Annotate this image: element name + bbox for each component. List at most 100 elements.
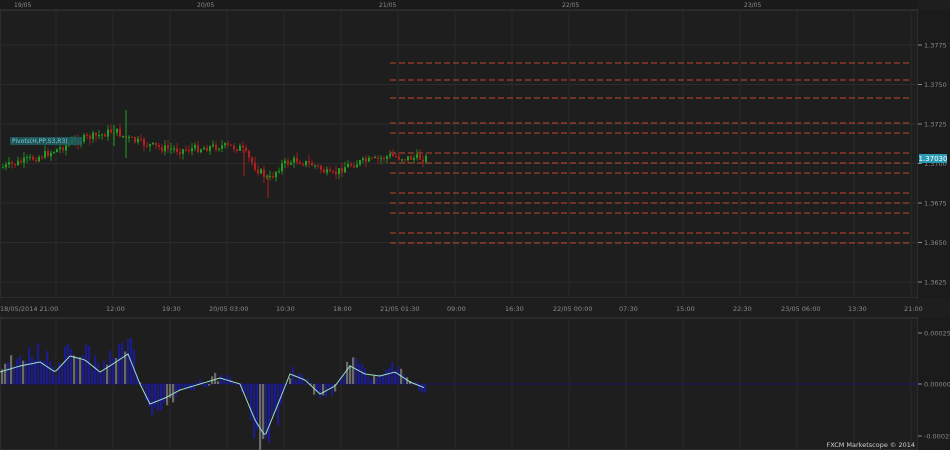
candle-body	[146, 145, 148, 147]
histogram-bar	[28, 347, 31, 384]
time-tick-label: 07:30	[619, 305, 638, 313]
candle-body	[110, 129, 112, 133]
price-axis[interactable]: 1.37751.37501.37251.37001.36751.36501.36…	[918, 10, 950, 298]
candle-body	[218, 148, 220, 150]
histogram-bar	[205, 384, 208, 388]
histogram-bar	[55, 375, 58, 384]
histogram-bar	[175, 384, 178, 397]
histogram-bar	[94, 355, 97, 384]
candle-body	[11, 162, 13, 164]
histogram-bar	[319, 384, 322, 398]
candle-body	[95, 132, 97, 136]
candle-body	[389, 154, 391, 157]
candle-body	[275, 171, 277, 178]
candle-body	[344, 167, 346, 173]
candle-body	[212, 144, 214, 147]
price-tick-label: 1.3625	[924, 279, 947, 287]
candle-body	[326, 169, 328, 173]
time-tick-label: 16:30	[505, 305, 524, 313]
candle-body	[353, 165, 355, 168]
candle-body	[299, 162, 301, 165]
overlay-tag[interactable]: Pivots(H,PP,S3,R3)	[10, 137, 82, 145]
candle-body	[296, 157, 298, 163]
candle-body	[38, 156, 40, 162]
candle-body	[242, 145, 244, 148]
histogram-bar	[367, 376, 370, 384]
candle-body	[368, 157, 370, 162]
trading-chart[interactable]: 19/05 20/05 21/05 22/05 23/05 Pivots(H,PP,S3…	[0, 0, 950, 450]
candle-body	[284, 160, 286, 164]
candle-body	[185, 149, 187, 151]
histogram-bar	[250, 384, 253, 420]
candle-body	[401, 159, 403, 161]
overlay-tag-label: Pivots(H,PP,S3,R3)	[12, 138, 68, 145]
candle-body	[140, 138, 142, 140]
candle-body	[191, 148, 193, 152]
histogram-bar	[157, 384, 160, 412]
candle-body	[200, 149, 202, 153]
candle-body	[410, 156, 412, 160]
candle-body	[254, 162, 256, 170]
candle-body	[32, 156, 34, 160]
candle-body	[314, 165, 316, 167]
candle-body	[59, 147, 61, 150]
candle-body	[173, 148, 175, 150]
top-date-label: 20/05	[197, 2, 214, 9]
histogram-bar	[331, 384, 334, 396]
time-tick-label: 20/05 03:00	[209, 305, 249, 313]
current-price-label: 1.37030	[919, 155, 948, 163]
candle-body	[269, 176, 271, 178]
candle-body	[122, 135, 124, 137]
candle-body	[230, 144, 232, 146]
candle-body	[83, 134, 85, 142]
candle-body	[188, 149, 190, 152]
candle-body	[302, 164, 304, 166]
candle-body	[332, 171, 334, 173]
candle-body	[44, 151, 46, 158]
histogram-bar	[328, 384, 331, 389]
histogram-bar	[109, 350, 112, 384]
candle-body	[341, 168, 343, 173]
histogram-bar	[382, 374, 385, 384]
candle-body	[182, 149, 184, 154]
time-axis[interactable]: 18/05/2014 21:00 12:00 19:30 20/05 03:00 10:…	[0, 298, 923, 316]
histogram-bar	[88, 345, 91, 384]
candle-body	[86, 134, 88, 136]
candle-body	[17, 160, 19, 166]
time-tick-label: 18:00	[333, 305, 352, 313]
histogram-bar	[424, 384, 427, 393]
candle-body	[29, 156, 31, 158]
histogram-bar	[265, 384, 268, 438]
histogram-bar	[151, 384, 154, 416]
candle-body	[119, 128, 121, 137]
candle-body	[347, 163, 349, 168]
histogram-bar	[370, 378, 373, 384]
candle-body	[20, 160, 22, 163]
candle-body	[8, 162, 10, 165]
candle-body	[116, 128, 118, 133]
time-tick-label: 22/05 00:00	[553, 305, 593, 313]
price-pane[interactable]: Pivots(H,PP,S3,R3)	[0, 9, 919, 299]
histogram-bar	[196, 382, 199, 384]
time-tick-label: 09:00	[447, 305, 466, 313]
candle-body	[176, 148, 178, 152]
candle-body	[263, 169, 265, 178]
histogram-bar	[421, 384, 424, 393]
candle-body	[101, 134, 103, 136]
top-date-label: 22/05	[562, 2, 579, 9]
histogram-bar	[49, 361, 52, 384]
candle-body	[224, 143, 226, 146]
histogram-bar	[76, 356, 79, 384]
histogram-bar	[100, 372, 103, 384]
candle-body	[392, 154, 394, 157]
candle-body	[413, 157, 415, 160]
candle-body	[41, 156, 43, 158]
indicator-pane[interactable]	[0, 317, 919, 450]
price-tick-label: 1.3775	[924, 42, 947, 50]
candle-body	[374, 157, 376, 159]
histogram-bar	[160, 384, 163, 411]
indicator-axis[interactable]: 0.00025 0.00000 -0.00025	[918, 318, 950, 450]
candle-body	[131, 136, 133, 138]
candle-body	[65, 145, 67, 151]
candle-body	[329, 169, 331, 172]
